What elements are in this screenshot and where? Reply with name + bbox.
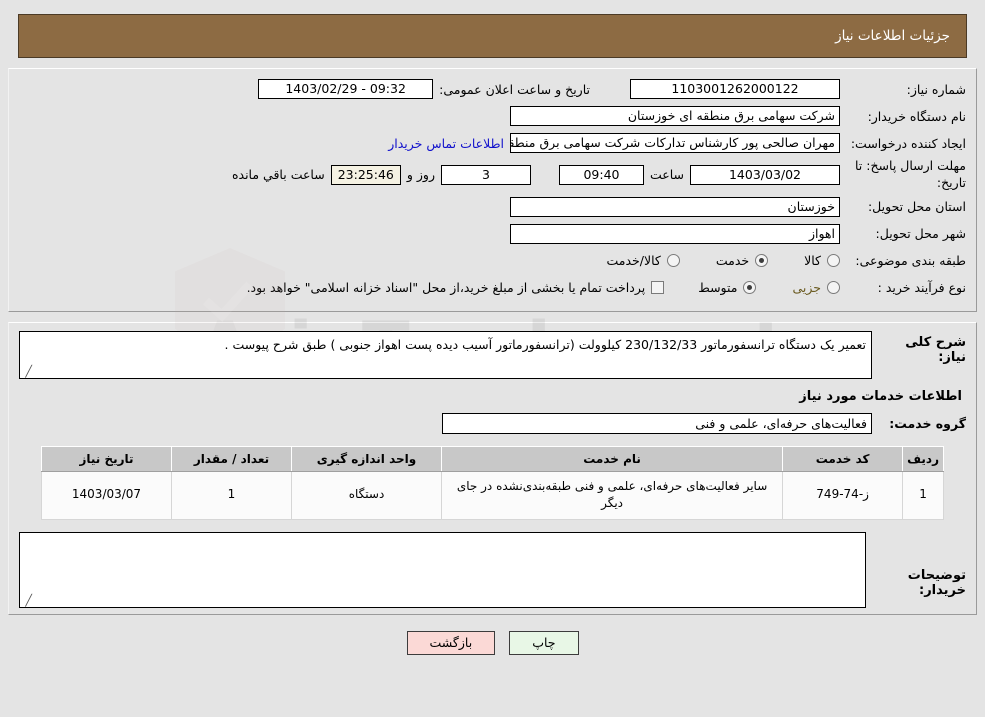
row-creator: ایجاد کننده درخواست: مهران صالحی پور کار…	[19, 131, 966, 155]
services-table: ردیف کد خدمت نام خدمت واحد اندازه گیری ت…	[41, 445, 944, 520]
buyer-org-value: شرکت سهامی برق منطقه ای خوزستان	[510, 106, 840, 126]
comments-resize-handle-icon[interactable]: ╱	[22, 595, 32, 606]
radio-category-kala[interactable]	[827, 254, 840, 268]
resize-handle-icon[interactable]: ╱	[22, 366, 32, 377]
page-title: جزئیات اطلاعات نیاز	[835, 28, 950, 44]
description-label: شرح کلی نیاز:	[905, 334, 966, 365]
back-button[interactable]: بازگشت	[406, 630, 496, 655]
th-unit: واحد اندازه گیری	[291, 445, 442, 472]
cell-need-date: 1403/03/07	[41, 470, 172, 520]
description-textarea[interactable]: تعمیر یک دستگاه ترانسفورماتور 230/132/33…	[19, 330, 872, 379]
row-buyer-comments: توضیحات خریدار: ╱	[19, 531, 966, 608]
row-category: طبقه بندی موضوعی: کالا خدمت کالا/خدمت	[19, 249, 966, 273]
radio-process-motavasset[interactable]	[743, 281, 757, 295]
radio-category-khedmat[interactable]	[755, 254, 769, 268]
table-header-row: ردیف کد خدمت نام خدمت واحد اندازه گیری ت…	[41, 445, 944, 472]
page-container: جزئیات اطلاعات نیاز AriaTender.net شماره…	[0, 14, 985, 655]
creator-value: مهران صالحی پور کارشناس تدارکات شرکت سها…	[510, 133, 840, 153]
row-need-number: شماره نیاز: 1103001262000122 تاریخ و ساع…	[19, 77, 966, 101]
category-radio-group[interactable]: کالا خدمت کالا/خدمت	[604, 253, 840, 268]
public-announce-label: تاریخ و ساعت اعلان عمومی:	[439, 81, 590, 97]
cell-service-code: ز-74-749	[782, 470, 904, 520]
creator-label: ایجاد کننده درخواست:	[850, 135, 966, 151]
row-city: شهر محل تحویل: اهواز	[19, 222, 966, 246]
deadline-time-value: 09:40	[558, 164, 644, 185]
category-label: طبقه بندی موضوعی:	[855, 253, 966, 269]
buyer-comments-textarea[interactable]: ╱	[19, 531, 866, 608]
row-service-group: گروه خدمت: فعالیت‌های حرفه‌ای، علمی و فن…	[19, 412, 966, 436]
days-remaining-value: 3	[440, 164, 531, 185]
process-radio-group[interactable]: جزیی متوسط	[696, 280, 840, 295]
th-service-name: نام خدمت	[440, 445, 784, 472]
buyer-contact-link[interactable]: اطلاعات تماس خریدار	[388, 136, 504, 151]
need-summary-panel: شماره نیاز: 1103001262000122 تاریخ و ساع…	[8, 68, 977, 312]
need-details-panel: شرح کلی نیاز: تعمیر یک دستگاه ترانسفورما…	[8, 321, 977, 615]
radio-category-kala-label: کالا	[804, 253, 821, 269]
need-number-value: 1103001262000122	[630, 79, 840, 99]
row-deadline: مهلت ارسال پاسخ: تا تاریخ: 1403/03/02 سا…	[19, 158, 966, 192]
print-button[interactable]: چاپ	[509, 630, 579, 655]
cell-service-name: سایر فعالیت‌های حرفه‌ای، علمی و فنی طبقه…	[440, 470, 784, 520]
radio-process-jozi-label: جزیی	[792, 280, 821, 296]
page-header-bar: جزئیات اطلاعات نیاز	[18, 14, 967, 58]
th-service-code: کد خدمت	[782, 445, 904, 472]
days-label: روز و	[406, 167, 435, 183]
cell-row-index: 1	[902, 470, 944, 520]
services-table-wrapper: ردیف کد خدمت نام خدمت واحد اندازه گیری ت…	[41, 445, 944, 520]
buyer-org-label: نام دستگاه خریدار:	[867, 108, 966, 124]
treasury-bond-note: پرداخت تمام یا بخشی از مبلغ خرید،از محل …	[246, 280, 646, 296]
hour-label: ساعت	[649, 167, 684, 183]
cell-quantity: 1	[171, 470, 292, 520]
row-province: استان محل تحویل: خوزستان	[19, 195, 966, 219]
service-group-value: فعالیت‌های حرفه‌ای، علمی و فنی	[442, 413, 872, 435]
process-label: نوع فرآیند خرید :	[877, 280, 966, 296]
city-label: شهر محل تحویل:	[875, 226, 966, 242]
description-value: تعمیر یک دستگاه ترانسفورماتور 230/132/33…	[224, 336, 866, 352]
countdown-timer: 23:25:46	[330, 164, 401, 185]
service-group-label: گروه خدمت:	[889, 416, 966, 432]
treasury-bond-checkbox[interactable]	[651, 281, 665, 295]
radio-process-jozi[interactable]	[827, 281, 840, 295]
deadline-date-value: 1403/03/02	[690, 164, 840, 185]
remaining-hours-label: ساعت باقي مانده	[231, 167, 325, 183]
th-need-date: تاریخ نیاز	[41, 445, 172, 472]
services-section-heading: اطلاعات خدمات مورد نیاز	[799, 388, 962, 404]
radio-category-kala-khedmat-label: کالا/خدمت	[606, 253, 661, 269]
cell-unit: دستگاه	[291, 470, 442, 520]
table-row: 1 ز-74-749 سایر فعالیت‌های حرفه‌ای، علمی…	[41, 470, 944, 520]
radio-category-khedmat-label: خدمت	[715, 253, 750, 269]
th-quantity: تعداد / مقدار	[171, 445, 292, 472]
need-number-label: شماره نیاز:	[906, 81, 966, 97]
radio-process-motavasset-label: متوسط	[698, 280, 738, 296]
row-buyer-org: نام دستگاه خریدار: شرکت سهامی برق منطقه …	[19, 104, 966, 128]
footer-button-bar: چاپ بازگشت	[0, 630, 985, 655]
row-process-type: نوع فرآیند خرید : جزیی متوسط پرداخت تمام…	[19, 276, 966, 300]
deadline-label: مهلت ارسال پاسخ: تا تاریخ:	[855, 158, 966, 190]
row-description: شرح کلی نیاز: تعمیر یک دستگاه ترانسفورما…	[19, 330, 966, 379]
radio-category-kala-khedmat[interactable]	[666, 254, 680, 268]
buyer-comments-label: توضیحات خریدار:	[907, 567, 966, 598]
public-announce-value: 09:32 - 1403/02/29	[258, 79, 434, 99]
province-label: استان محل تحویل:	[867, 199, 966, 215]
province-value: خوزستان	[510, 196, 840, 217]
city-value: اهواز	[510, 223, 840, 244]
th-row-index: ردیف	[902, 445, 944, 472]
